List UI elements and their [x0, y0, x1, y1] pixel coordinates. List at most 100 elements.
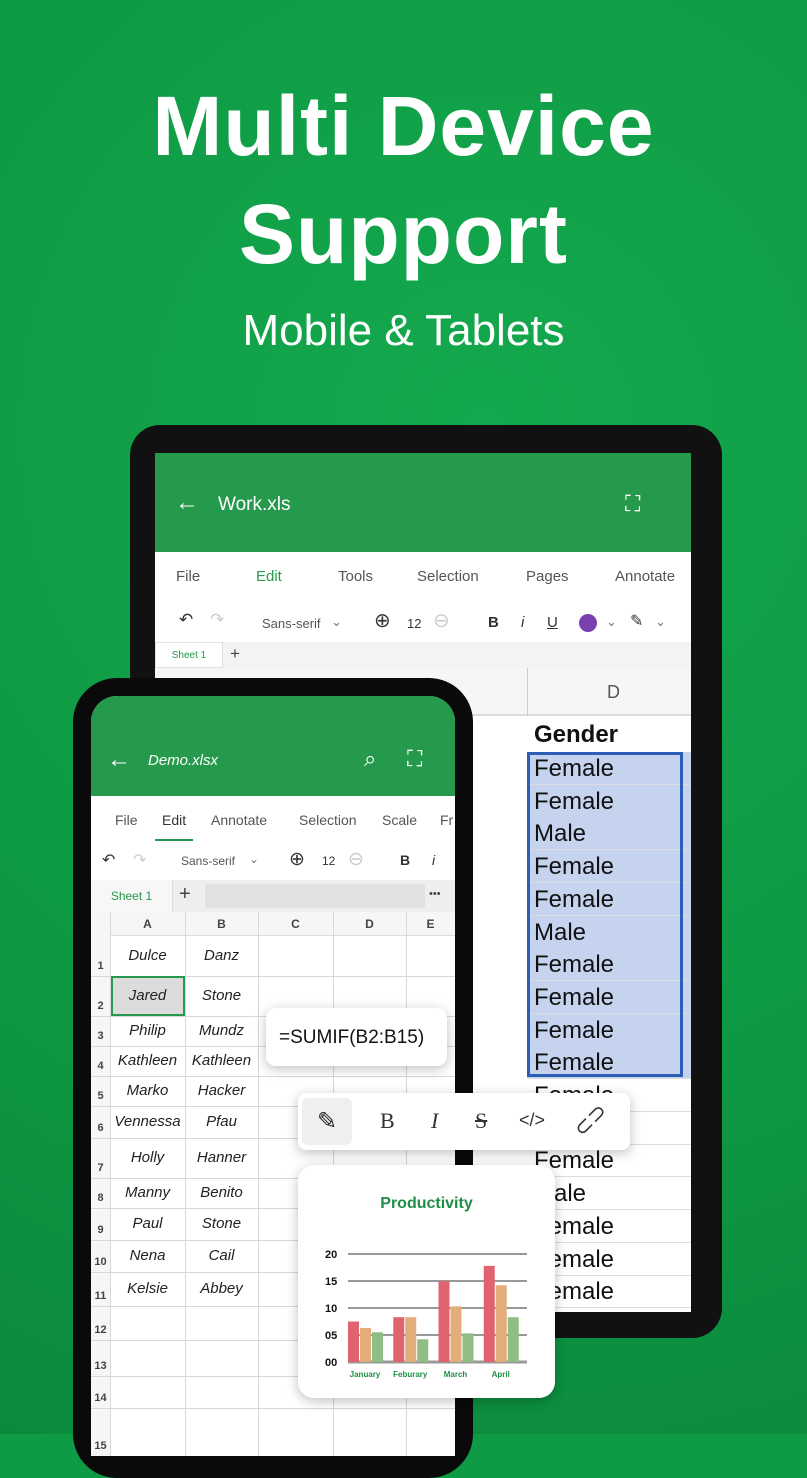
redo-icon[interactable]: ↷ [133, 850, 146, 870]
cell-a[interactable]: Dulce [110, 947, 185, 964]
search-icon[interactable]: ⌕ [364, 746, 376, 772]
back-arrow-icon[interactable]: ← [107, 746, 131, 774]
row-number[interactable]: 13 [91, 1360, 110, 1372]
cell-a[interactable]: Philip [110, 1022, 185, 1039]
column-header-b[interactable]: B [185, 917, 258, 931]
decrease-size-icon[interactable]: ⊖ [348, 848, 364, 871]
cell-b[interactable]: Kathleen [185, 1052, 258, 1069]
back-arrow-icon[interactable]: ← [175, 489, 199, 517]
cell-b[interactable]: Hacker [185, 1082, 258, 1099]
column-header-a[interactable]: A [110, 917, 185, 931]
row-number[interactable]: 2 [91, 1000, 110, 1012]
menu-edit[interactable]: Edit [162, 812, 186, 828]
phone-sheet-tabs: Sheet 1 + ••• [91, 880, 455, 912]
cell-b[interactable]: Mundz [185, 1022, 258, 1039]
productivity-chart: 00 05 10 15 20 January Feburary March April [325, 1249, 527, 1379]
chevron-down-icon[interactable]: ⌄ [331, 614, 342, 630]
cell-b[interactable]: Hanner [185, 1149, 258, 1166]
row-number[interactable]: 7 [91, 1162, 110, 1174]
bold-button[interactable]: B [380, 1108, 395, 1134]
sheet-tab[interactable]: Sheet 1 [91, 880, 173, 912]
menu-file[interactable]: File [115, 812, 138, 828]
cell-b[interactable]: Abbey [185, 1280, 258, 1297]
gender-header-cell[interactable]: Gender [534, 721, 618, 749]
italic-button[interactable]: i [521, 614, 524, 631]
menu-selection[interactable]: Selection [299, 812, 357, 828]
menu-annotate[interactable]: Annotate [615, 568, 675, 585]
row-number[interactable]: 5 [91, 1090, 110, 1102]
bar [417, 1339, 429, 1362]
row-number[interactable]: 1 [91, 960, 110, 972]
row-number[interactable]: 14 [91, 1392, 110, 1404]
row-number[interactable]: 10 [91, 1256, 110, 1268]
x-tick-label: March [444, 1370, 468, 1379]
cell-b[interactable]: Cail [185, 1247, 258, 1264]
add-sheet-button[interactable]: + [179, 883, 191, 906]
cell-a[interactable]: Holly [110, 1149, 185, 1166]
increase-size-icon[interactable]: ⊕ [374, 608, 391, 633]
undo-icon[interactable]: ↶ [102, 850, 115, 870]
chevron-down-icon[interactable]: ⌄ [249, 852, 259, 866]
bar [405, 1317, 417, 1362]
chevron-down-icon[interactable]: ⌄ [655, 614, 666, 630]
link-icon[interactable]: ⊂⊃ [568, 1098, 612, 1142]
row-number[interactable]: 15 [91, 1440, 110, 1452]
cell-b[interactable]: Stone [185, 987, 258, 1004]
chevron-down-icon[interactable]: ⌄ [606, 614, 617, 630]
menu-selection[interactable]: Selection [417, 568, 479, 585]
column-header-d[interactable]: D [333, 917, 406, 931]
bold-button[interactable]: B [400, 852, 410, 868]
decrease-size-icon[interactable]: ⊖ [433, 608, 450, 633]
row-number[interactable]: 6 [91, 1122, 110, 1134]
column-header-e[interactable]: E [406, 917, 455, 931]
row-number[interactable]: 8 [91, 1192, 110, 1204]
cell-a[interactable]: Kelsie [110, 1280, 185, 1297]
row-number[interactable]: 4 [91, 1060, 110, 1072]
row-number[interactable]: 3 [91, 1030, 110, 1042]
phone-app-bar: ← Demo.xlsx ⌕ ⛶ [91, 696, 455, 796]
underline-button[interactable]: U [547, 614, 558, 631]
row-number[interactable]: 9 [91, 1224, 110, 1236]
cell-a[interactable]: Marko [110, 1082, 185, 1099]
code-button[interactable]: </> [519, 1110, 545, 1131]
cell-a[interactable]: Vennessa [110, 1113, 185, 1130]
cell-a[interactable]: Jared [110, 987, 185, 1004]
menu-annotate[interactable]: Annotate [211, 812, 267, 828]
cell-a[interactable]: Kathleen [110, 1052, 185, 1069]
highlighter-icon[interactable]: ✎ [630, 611, 643, 631]
font-select[interactable]: Sans-serif [262, 616, 321, 631]
cell-a[interactable]: Paul [110, 1215, 185, 1232]
cell-b[interactable]: Pfau [185, 1113, 258, 1130]
row-number[interactable]: 11 [91, 1290, 110, 1302]
text-color-swatch[interactable] [579, 614, 597, 632]
menu-fr[interactable]: Fr [440, 812, 453, 828]
menu-pages[interactable]: Pages [526, 568, 569, 585]
fullscreen-icon[interactable]: ⛶ [625, 491, 640, 517]
cell-a[interactable]: Nena [110, 1247, 185, 1264]
highlighter-icon[interactable]: ✎ [302, 1098, 352, 1145]
fullscreen-icon[interactable]: ⛶ [407, 746, 422, 772]
menu-file[interactable]: File [176, 568, 200, 585]
add-sheet-button[interactable]: + [230, 644, 240, 664]
menu-scale[interactable]: Scale [382, 812, 417, 828]
increase-size-icon[interactable]: ⊕ [289, 848, 305, 871]
undo-icon[interactable]: ↶ [179, 610, 193, 630]
cell-a[interactable]: Manny [110, 1184, 185, 1201]
more-icon[interactable]: ••• [429, 888, 441, 900]
cell-b[interactable]: Danz [185, 947, 258, 964]
column-header-c[interactable]: C [258, 917, 333, 931]
selection-range[interactable] [527, 752, 683, 1077]
column-header-d[interactable]: D [607, 682, 620, 703]
sheet-tab[interactable]: Sheet 1 [155, 642, 223, 668]
italic-button[interactable]: i [432, 852, 435, 868]
cell-b[interactable]: Stone [185, 1215, 258, 1232]
redo-icon[interactable]: ↷ [210, 610, 224, 630]
cell-b[interactable]: Benito [185, 1184, 258, 1201]
font-select[interactable]: Sans-serif [181, 854, 235, 868]
menu-edit[interactable]: Edit [256, 568, 282, 585]
bold-button[interactable]: B [488, 614, 499, 631]
menu-tools[interactable]: Tools [338, 568, 373, 585]
italic-button[interactable]: I [431, 1108, 438, 1134]
strikethrough-button[interactable]: S [475, 1108, 487, 1134]
row-number[interactable]: 12 [91, 1324, 110, 1336]
